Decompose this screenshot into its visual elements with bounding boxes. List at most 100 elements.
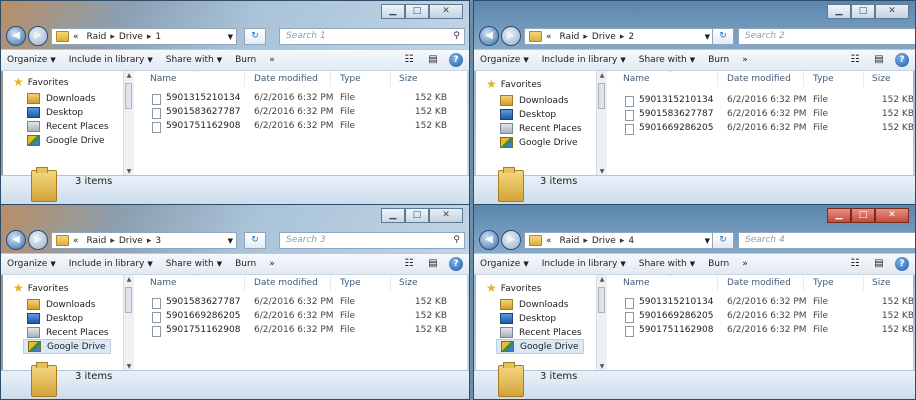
- change-view-icon[interactable]: ☷: [847, 53, 863, 67]
- breadcrumb[interactable]: « Raid ▸ Drive ▸ 2 ▼: [524, 28, 714, 45]
- nav-favorites[interactable]: ★ Favorites: [486, 78, 541, 90]
- column-header-size[interactable]: Size: [399, 71, 417, 87]
- back-button[interactable]: ◀: [6, 230, 26, 250]
- nav-scrollbar[interactable]: ▲ ▼: [123, 71, 134, 176]
- minimize-button[interactable]: ▁: [827, 4, 851, 19]
- column-divider[interactable]: [330, 71, 331, 87]
- column-divider[interactable]: [390, 275, 391, 291]
- breadcrumb-raid[interactable]: Raid: [560, 236, 580, 246]
- help-icon[interactable]: ?: [449, 53, 463, 67]
- chevron-down-icon[interactable]: ▼: [228, 237, 233, 245]
- organize-menu[interactable]: Organize ▼: [7, 55, 56, 65]
- nav-downloads[interactable]: Downloads: [500, 299, 568, 310]
- file-row[interactable]: 5901583627787 6/2/2016 6:32 PM File 152 KB: [134, 297, 467, 310]
- breadcrumb[interactable]: « Raid ▸ Drive ▸ 4 ▼: [524, 232, 714, 249]
- preview-pane-icon[interactable]: ▤: [425, 257, 441, 271]
- column-divider[interactable]: [244, 275, 245, 291]
- chevron-right-icon[interactable]: ▸: [583, 32, 588, 42]
- chevron-right-icon[interactable]: ▸: [147, 32, 152, 42]
- chevron-down-icon[interactable]: ▼: [228, 33, 233, 41]
- nav-google-drive[interactable]: Google Drive: [496, 339, 584, 354]
- column-divider[interactable]: [244, 71, 245, 87]
- file-row[interactable]: 5901669286205 6/2/2016 6:32 PM File 152 KB: [134, 311, 467, 324]
- file-row[interactable]: 5901751162908 6/2/2016 6:32 PM File 152 KB: [607, 325, 913, 338]
- breadcrumb-overflow[interactable]: «: [73, 32, 79, 42]
- chevron-right-icon[interactable]: ▸: [620, 236, 625, 246]
- breadcrumb-drive-number[interactable]: 2: [628, 32, 634, 42]
- column-header-date-modified[interactable]: Date modified: [254, 275, 318, 291]
- column-divider[interactable]: [863, 275, 864, 291]
- close-button[interactable]: ✕: [429, 4, 463, 19]
- more-commands-button[interactable]: »: [742, 55, 748, 65]
- help-icon[interactable]: ?: [895, 53, 909, 67]
- nav-google-drive[interactable]: Google Drive: [27, 135, 105, 146]
- nav-google-drive[interactable]: Google Drive: [500, 137, 578, 148]
- nav-downloads[interactable]: Downloads: [500, 95, 568, 106]
- column-header-size[interactable]: Size: [872, 71, 890, 87]
- search-input[interactable]: Search 1 ⚲: [279, 28, 465, 45]
- share-with-menu[interactable]: Share with ▼: [166, 259, 222, 269]
- share-with-menu[interactable]: Share with ▼: [166, 55, 222, 65]
- nav-favorites[interactable]: ★ Favorites: [13, 282, 68, 294]
- back-button[interactable]: ◀: [479, 26, 499, 46]
- forward-button[interactable]: ▶: [28, 26, 48, 46]
- column-header-type[interactable]: Type: [813, 71, 834, 87]
- nav-desktop[interactable]: Desktop: [500, 109, 556, 120]
- change-view-icon[interactable]: ☷: [401, 53, 417, 67]
- breadcrumb-drive-number[interactable]: 4: [628, 236, 634, 246]
- close-button[interactable]: ✕: [875, 4, 909, 19]
- burn-button[interactable]: Burn: [235, 259, 256, 269]
- chevron-right-icon[interactable]: ▸: [620, 32, 625, 42]
- refresh-button[interactable]: ↻: [244, 232, 266, 249]
- breadcrumb-raid[interactable]: Raid: [87, 236, 107, 246]
- breadcrumb[interactable]: « Raid ▸ Drive ▸ 1 ▼: [51, 28, 237, 45]
- breadcrumb-drive[interactable]: Drive: [119, 236, 143, 246]
- column-header-name[interactable]: Name: [150, 71, 177, 87]
- column-header-name[interactable]: Name: [623, 275, 650, 291]
- file-row[interactable]: 5901669286205 6/2/2016 6:32 PM File 152 KB: [607, 123, 913, 136]
- nav-recent-places[interactable]: Recent Places: [27, 121, 109, 132]
- refresh-button[interactable]: ↻: [244, 28, 266, 45]
- burn-button[interactable]: Burn: [708, 259, 729, 269]
- column-header-date-modified[interactable]: Date modified: [254, 71, 318, 87]
- include-in-library-menu[interactable]: Include in library ▼: [69, 259, 153, 269]
- column-header-size[interactable]: Size: [399, 275, 417, 291]
- nav-desktop[interactable]: Desktop: [27, 107, 83, 118]
- file-row[interactable]: 5901315210134 6/2/2016 6:32 PM File 152 KB: [607, 297, 913, 310]
- column-divider[interactable]: [863, 71, 864, 87]
- back-button[interactable]: ◀: [479, 230, 499, 250]
- maximize-button[interactable]: □: [405, 208, 429, 223]
- nav-google-drive[interactable]: Google Drive: [23, 339, 111, 354]
- scroll-down-icon[interactable]: ▼: [597, 363, 607, 370]
- burn-button[interactable]: Burn: [235, 55, 256, 65]
- scroll-down-icon[interactable]: ▼: [597, 168, 607, 175]
- nav-recent-places[interactable]: Recent Places: [500, 123, 582, 134]
- refresh-button[interactable]: ↻: [712, 28, 734, 45]
- help-icon[interactable]: ?: [895, 257, 909, 271]
- file-row[interactable]: 5901751162908 6/2/2016 6:32 PM File 152 KB: [134, 121, 467, 134]
- burn-button[interactable]: Burn: [708, 55, 729, 65]
- column-header-type[interactable]: Type: [340, 275, 361, 291]
- maximize-button[interactable]: □: [405, 4, 429, 19]
- chevron-right-icon[interactable]: ▸: [147, 236, 152, 246]
- breadcrumb-drive[interactable]: Drive: [592, 236, 616, 246]
- scroll-up-icon[interactable]: ▲: [597, 72, 607, 79]
- organize-menu[interactable]: Organize ▼: [480, 259, 529, 269]
- include-in-library-menu[interactable]: Include in library ▼: [69, 55, 153, 65]
- preview-pane-icon[interactable]: ▤: [425, 53, 441, 67]
- column-header-name[interactable]: Name: [150, 275, 177, 291]
- breadcrumb-overflow[interactable]: «: [73, 236, 79, 246]
- more-commands-button[interactable]: »: [269, 55, 275, 65]
- chevron-down-icon[interactable]: ▼: [705, 33, 710, 41]
- title-bar[interactable]: ▁ □ ✕: [1, 205, 469, 227]
- include-in-library-menu[interactable]: Include in library ▼: [542, 259, 626, 269]
- nav-recent-places[interactable]: Recent Places: [27, 327, 109, 338]
- scroll-down-icon[interactable]: ▼: [124, 363, 134, 370]
- breadcrumb-drive-number[interactable]: 3: [155, 236, 161, 246]
- column-header-date-modified[interactable]: Date modified: [727, 275, 791, 291]
- file-row[interactable]: 5901315210134 6/2/2016 6:32 PM File 152 KB: [607, 95, 913, 108]
- maximize-button[interactable]: □: [851, 4, 875, 19]
- search-icon[interactable]: ⚲: [453, 233, 460, 248]
- help-icon[interactable]: ?: [449, 257, 463, 271]
- file-row[interactable]: 5901669286205 6/2/2016 6:32 PM File 152 KB: [607, 311, 913, 324]
